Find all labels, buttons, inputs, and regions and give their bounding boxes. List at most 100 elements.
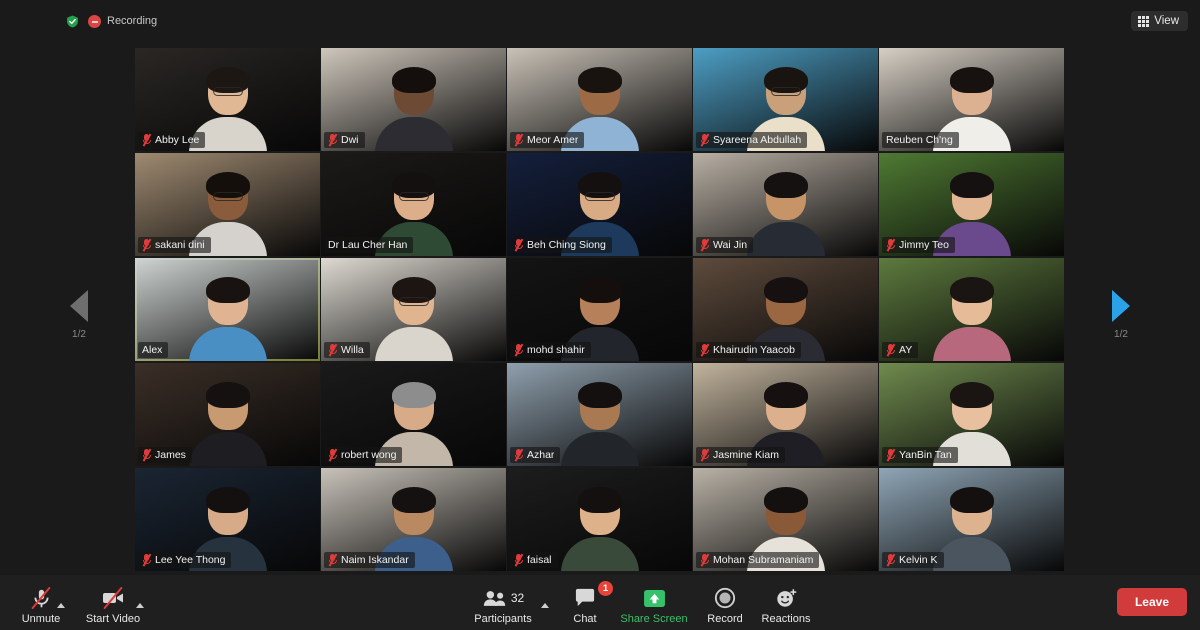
- record-label: Record: [707, 613, 743, 625]
- participant-name: mohd shahir: [527, 344, 585, 356]
- eyeglasses: [212, 192, 243, 201]
- participants-icon: 32: [474, 586, 532, 610]
- participant-tile[interactable]: Naim Iskandar: [321, 468, 506, 571]
- participant-name: Dwi: [341, 134, 359, 146]
- participant-tile[interactable]: Azhar: [507, 363, 692, 466]
- mic-muted-icon: [700, 553, 709, 567]
- participant-name-bar: Meor Amer: [510, 132, 585, 148]
- participant-tile[interactable]: faisal: [507, 468, 692, 571]
- participant-figure: [932, 277, 1011, 361]
- prev-page-button[interactable]: 1/2: [58, 290, 100, 340]
- participant-name: sakani dini: [155, 239, 205, 251]
- chat-bubble-icon: 1: [566, 581, 613, 610]
- participant-tile[interactable]: Syareena Abdullah: [693, 48, 878, 151]
- participant-tile[interactable]: Dwi: [321, 48, 506, 151]
- participant-name-bar: Willa: [324, 342, 370, 358]
- participant-name: YanBin Tan: [899, 449, 952, 461]
- next-page-label: 1/2: [1114, 329, 1128, 340]
- mic-muted-icon: [142, 448, 151, 462]
- participant-name-bar: Khairudin Yaacob: [696, 342, 801, 358]
- participant-tile[interactable]: Khairudin Yaacob: [693, 258, 878, 361]
- mic-muted-icon: [514, 133, 523, 147]
- mic-muted-icon: [142, 553, 151, 567]
- participant-tile[interactable]: Willa: [321, 258, 506, 361]
- participant-name: Reuben Ch'ng: [886, 134, 953, 146]
- meeting-toolbar: Unmute Start Video 32 Participants 1 Cha…: [0, 575, 1200, 630]
- participant-name-bar: Jimmy Teo: [882, 237, 955, 253]
- participant-tile[interactable]: Lee Yee Thong: [135, 468, 320, 571]
- participant-name: Abby Lee: [155, 134, 200, 146]
- reactions-button[interactable]: Reactions: [755, 586, 817, 625]
- mic-muted-icon: [700, 448, 709, 462]
- shield-check-icon[interactable]: [66, 15, 79, 28]
- mic-muted-icon: [514, 553, 523, 567]
- audio-options-caret[interactable]: [57, 603, 65, 608]
- recording-label: Recording: [107, 15, 158, 27]
- participant-tile[interactable]: YanBin Tan: [879, 363, 1064, 466]
- participant-tile[interactable]: James: [135, 363, 320, 466]
- participant-name: Meor Amer: [527, 134, 579, 146]
- participant-tile[interactable]: Reuben Ch'ng: [879, 48, 1064, 151]
- participant-tile[interactable]: Jasmine Kiam: [693, 363, 878, 466]
- participant-name: Azhar: [527, 449, 555, 461]
- record-button[interactable]: Record: [702, 586, 748, 625]
- participant-name: Lee Yee Thong: [155, 554, 226, 566]
- share-screen-icon: [610, 586, 698, 610]
- video-options-caret[interactable]: [136, 603, 144, 608]
- participant-name: Jasmine Kiam: [713, 449, 779, 461]
- participant-name-bar: Lee Yee Thong: [138, 552, 232, 568]
- reactions-label: Reactions: [761, 613, 811, 625]
- participants-button[interactable]: 32 Participants: [474, 586, 532, 625]
- participant-name: Beh Ching Siong: [527, 239, 606, 251]
- participant-tile[interactable]: AY: [879, 258, 1064, 361]
- participant-name: Alex: [142, 344, 163, 356]
- participant-name: Kelvin K: [899, 554, 938, 566]
- mic-muted-icon: [514, 238, 523, 252]
- participant-figure: [374, 67, 453, 151]
- participant-tile[interactable]: Beh Ching Siong: [507, 153, 692, 256]
- participant-tile[interactable]: sakani dini: [135, 153, 320, 256]
- participant-name-bar: mohd shahir: [510, 342, 591, 358]
- participants-options-caret[interactable]: [541, 603, 549, 608]
- participant-name: Dr Lau Cher Han: [328, 239, 408, 251]
- mic-muted-icon: [142, 133, 151, 147]
- participant-tile[interactable]: Dr Lau Cher Han: [321, 153, 506, 256]
- mic-muted-icon: [142, 238, 151, 252]
- participant-tile[interactable]: Alex: [135, 258, 320, 361]
- participant-name: Khairudin Yaacob: [713, 344, 795, 356]
- start-video-label: Start Video: [85, 613, 141, 625]
- top-bar: Recording View: [0, 0, 1200, 42]
- participant-name-bar: Beh Ching Siong: [510, 237, 612, 253]
- leave-button[interactable]: Leave: [1116, 588, 1187, 616]
- mic-muted-icon: [328, 448, 337, 462]
- eyeglasses: [770, 87, 801, 96]
- participant-tile[interactable]: Jimmy Teo: [879, 153, 1064, 256]
- participant-figure: [188, 382, 267, 466]
- participant-tile[interactable]: Meor Amer: [507, 48, 692, 151]
- chat-button[interactable]: 1 Chat: [566, 581, 613, 625]
- participant-tile[interactable]: Kelvin K: [879, 468, 1064, 571]
- participant-name-bar: Wai Jin: [696, 237, 754, 253]
- eyeglasses: [398, 297, 429, 306]
- participants-label: Participants: [474, 613, 532, 625]
- chevron-left-icon: [70, 290, 88, 322]
- participant-tile[interactable]: Wai Jin: [693, 153, 878, 256]
- participant-name-bar: Naim Iskandar: [324, 552, 415, 568]
- participant-tile[interactable]: Abby Lee: [135, 48, 320, 151]
- share-screen-button[interactable]: Share Screen: [610, 586, 698, 625]
- share-screen-label: Share Screen: [620, 613, 688, 625]
- view-button[interactable]: View: [1131, 11, 1188, 31]
- reactions-smiley-icon: [755, 586, 817, 610]
- next-page-button[interactable]: 1/2: [1100, 290, 1142, 340]
- participant-tile[interactable]: Mohan Subramaniam: [693, 468, 878, 571]
- participant-name: Wai Jin: [713, 239, 748, 251]
- recording-stop-icon[interactable]: [88, 15, 101, 28]
- participant-name-bar: faisal: [510, 552, 558, 568]
- participant-tile[interactable]: mohd shahir: [507, 258, 692, 361]
- mic-muted-icon: [886, 553, 895, 567]
- participant-figure: [188, 277, 267, 361]
- participant-name-bar: Jasmine Kiam: [696, 447, 785, 463]
- eyeglasses: [398, 192, 429, 201]
- participant-tile[interactable]: robert wong: [321, 363, 506, 466]
- mic-muted-icon: [514, 448, 523, 462]
